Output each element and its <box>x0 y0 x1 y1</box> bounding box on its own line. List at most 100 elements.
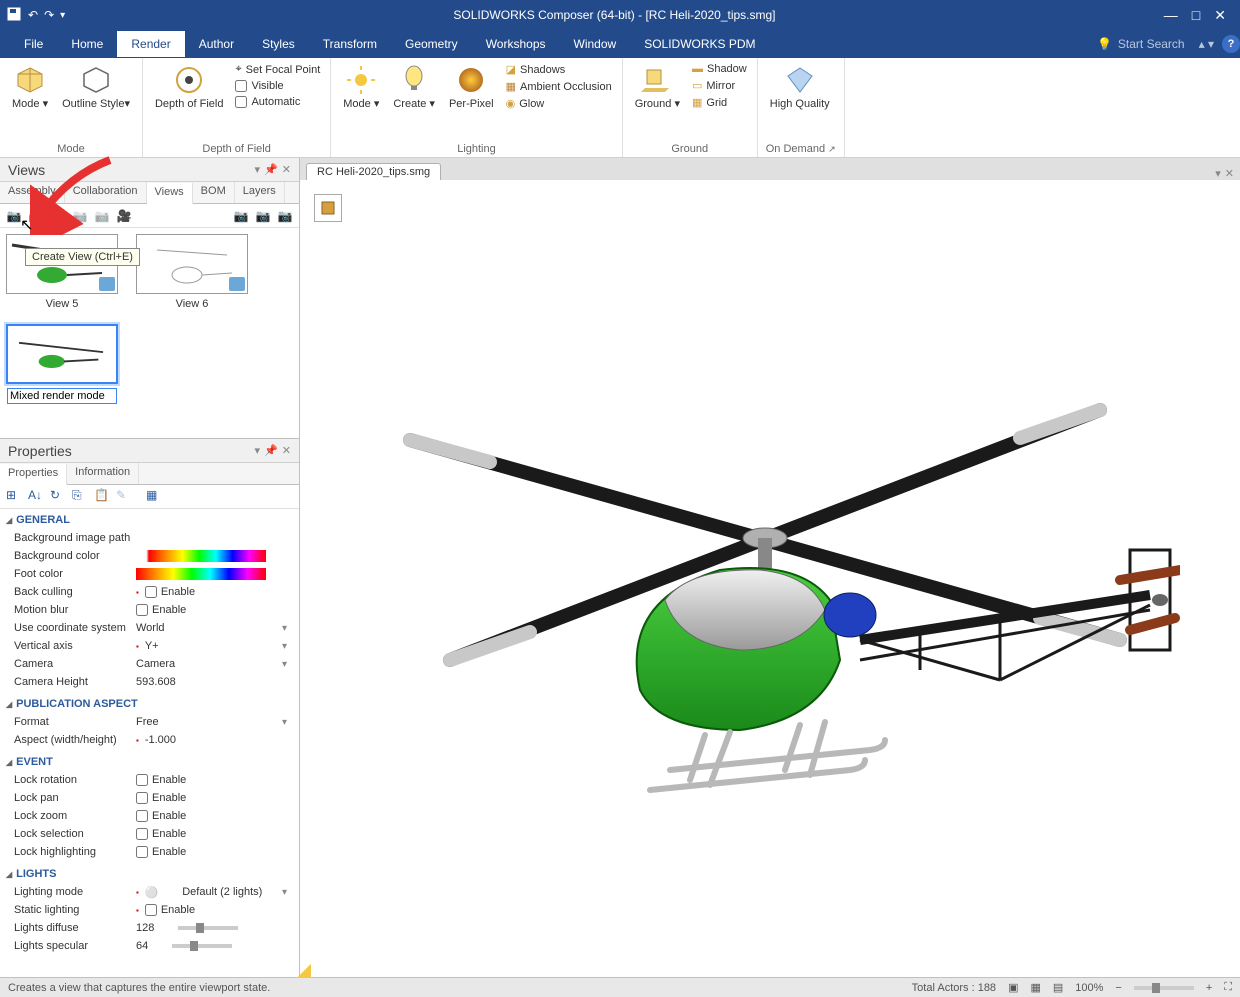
prop-row-static-lighting[interactable]: Static lightingEnable <box>6 901 293 919</box>
props-paste-icon[interactable]: 📋 <box>94 488 112 506</box>
views-toolbar-btn5[interactable]: 📷 <box>92 206 112 226</box>
prop-row-lights-diffuse[interactable]: Lights diffuse128 <box>6 919 293 937</box>
panel-pin-icon[interactable]: 📌 <box>264 444 278 457</box>
menu-file[interactable]: File <box>10 31 57 57</box>
status-fullscreen-icon[interactable]: ⛶ <box>1224 981 1232 994</box>
ribbon-high-quality[interactable]: High Quality <box>766 62 834 113</box>
prop-section-publication-aspect[interactable]: PUBLICATION ASPECT <box>6 695 293 713</box>
document-tab[interactable]: RC Heli-2020_tips.smg <box>306 163 441 180</box>
prop-row-use-coordinate-system[interactable]: Use coordinate systemWorld <box>6 619 293 637</box>
prop-row-lock-pan[interactable]: Lock panEnable <box>6 789 293 807</box>
prop-row-lock-highlighting[interactable]: Lock highlightingEnable <box>6 843 293 861</box>
search-area[interactable]: 💡 Start Search <box>1097 37 1199 51</box>
tab-information[interactable]: Information <box>67 463 139 484</box>
prop-row-motion-blur[interactable]: Motion blurEnable <box>6 601 293 619</box>
panel-dropdown-icon[interactable]: ▾ <box>255 444 261 457</box>
view-thumb-selected[interactable] <box>6 324 118 404</box>
ribbon-shadows[interactable]: ◪Shadows <box>504 62 614 77</box>
ribbon-ground-button[interactable]: Ground ▾ <box>631 62 684 113</box>
viewport-corner-control[interactable] <box>314 194 342 222</box>
prop-row-foot-color[interactable]: Foot color <box>6 565 293 583</box>
undo-icon[interactable]: ↶ <box>28 8 38 22</box>
color-swatch[interactable] <box>136 568 266 580</box>
prop-row-lock-zoom[interactable]: Lock zoomEnable <box>6 807 293 825</box>
prop-section-lights[interactable]: LIGHTS <box>6 865 293 883</box>
ribbon-visible-check[interactable]: Visible <box>233 79 322 93</box>
prop-row-lighting-mode[interactable]: Lighting mode⚪Default (2 lights) <box>6 883 293 901</box>
doc-dropdown-icon[interactable]: ▾ <box>1215 167 1221 180</box>
color-swatch[interactable] <box>136 550 266 562</box>
update-view-button[interactable]: 🔄 <box>48 206 68 226</box>
props-edit-icon[interactable]: ✎ <box>116 488 134 506</box>
tab-bom[interactable]: BOM <box>193 182 235 203</box>
close-button[interactable]: ✕ <box>1214 7 1226 24</box>
status-zoom-out[interactable]: − <box>1115 982 1121 994</box>
ribbon-dof-button[interactable]: Depth of Field <box>151 62 227 113</box>
menu-window[interactable]: Window <box>560 31 631 57</box>
ribbon-outline-button[interactable]: Outline Style▾ <box>58 62 134 113</box>
prop-row-camera-height[interactable]: Camera Height593.608 <box>6 673 293 691</box>
menu-workshops[interactable]: Workshops <box>472 31 560 57</box>
tab-views[interactable]: Views <box>147 183 193 204</box>
props-table-icon[interactable]: ▦ <box>146 488 164 506</box>
views-toolbar-btn6[interactable]: 🎥 <box>114 206 134 226</box>
ribbon-lighting-mode[interactable]: Mode ▾ <box>339 62 383 113</box>
status-zoom-slider[interactable] <box>1134 986 1194 990</box>
ribbon-ground-shadow[interactable]: ▬Shadow <box>690 62 749 76</box>
menu-transform[interactable]: Transform <box>309 31 391 57</box>
panel-close-icon[interactable]: ✕ <box>282 444 291 457</box>
view-thumb-6[interactable]: View 6 <box>136 234 248 310</box>
prop-row-lock-selection[interactable]: Lock selectionEnable <box>6 825 293 843</box>
prop-row-format[interactable]: FormatFree <box>6 713 293 731</box>
menu-home[interactable]: Home <box>57 31 117 57</box>
prop-row-lock-rotation[interactable]: Lock rotationEnable <box>6 771 293 789</box>
prop-section-general[interactable]: GENERAL <box>6 511 293 529</box>
create-camera-view-button[interactable]: 📷 <box>26 206 46 226</box>
prop-row-background-image-path[interactable]: Background image path <box>6 529 293 547</box>
prop-row-lights-specular[interactable]: Lights specular64 <box>6 937 293 955</box>
status-zoom[interactable]: 100% <box>1075 982 1103 994</box>
tab-collaboration[interactable]: Collaboration <box>65 182 147 203</box>
props-sort-icon[interactable]: A↓ <box>28 488 46 506</box>
maximize-button[interactable]: □ <box>1192 7 1200 23</box>
menu-styles[interactable]: Styles <box>248 31 309 57</box>
ribbon-lighting-create[interactable]: Create ▾ <box>389 62 439 113</box>
prop-row-background-color[interactable]: Background color <box>6 547 293 565</box>
views-toolbar-btn9[interactable]: 📷 <box>275 206 295 226</box>
prop-row-back-culling[interactable]: Back cullingEnable <box>6 583 293 601</box>
prop-row-aspect-width-height-[interactable]: Aspect (width/height)-1.000 <box>6 731 293 749</box>
minimize-button[interactable]: — <box>1164 7 1178 23</box>
props-categorize-icon[interactable]: ⊞ <box>6 488 24 506</box>
status-view-mode-1[interactable]: ▣ <box>1008 981 1018 994</box>
view-rename-input[interactable] <box>7 388 117 404</box>
menu-author[interactable]: Author <box>185 31 248 57</box>
slider[interactable] <box>172 944 232 948</box>
tab-properties[interactable]: Properties <box>0 464 67 485</box>
status-view-mode-2[interactable]: ▦ <box>1030 981 1040 994</box>
ribbon-ground-grid[interactable]: ▦Grid <box>690 95 749 110</box>
status-zoom-in[interactable]: + <box>1206 982 1212 994</box>
panel-pin-icon[interactable]: 📌 <box>264 163 278 176</box>
create-view-button[interactable]: 📷 <box>4 206 24 226</box>
ribbon-glow[interactable]: ◉Glow <box>504 96 614 111</box>
doc-close-icon[interactable]: ✕ <box>1225 167 1234 180</box>
panel-dropdown-icon[interactable]: ▾ <box>255 163 261 176</box>
ribbon-ao[interactable]: ▦Ambient Occlusion <box>504 79 614 94</box>
ribbon-per-pixel[interactable]: Per-Pixel <box>445 62 498 113</box>
views-toolbar-btn7[interactable]: 📷 <box>231 206 251 226</box>
viewport[interactable] <box>300 180 1240 977</box>
help-icon[interactable]: ? <box>1222 35 1240 53</box>
ribbon-mode-button[interactable]: Mode ▾ <box>8 62 52 113</box>
ribbon-focal-point[interactable]: ⌖Set Focal Point <box>233 62 322 77</box>
views-toolbar-btn8[interactable]: 📷 <box>253 206 273 226</box>
menu-geometry[interactable]: Geometry <box>391 31 472 57</box>
tab-layers[interactable]: Layers <box>235 182 285 203</box>
status-view-mode-3[interactable]: ▤ <box>1053 981 1063 994</box>
tab-assembly[interactable]: Assembly <box>0 182 65 203</box>
props-reset-icon[interactable]: ↻ <box>50 488 68 506</box>
views-toolbar-btn4[interactable]: 📷 <box>70 206 90 226</box>
helicopter-model[interactable] <box>360 400 1180 800</box>
redo-icon[interactable]: ↷ <box>44 8 54 22</box>
save-icon[interactable] <box>6 6 22 25</box>
resize-handle[interactable] <box>297 964 311 978</box>
